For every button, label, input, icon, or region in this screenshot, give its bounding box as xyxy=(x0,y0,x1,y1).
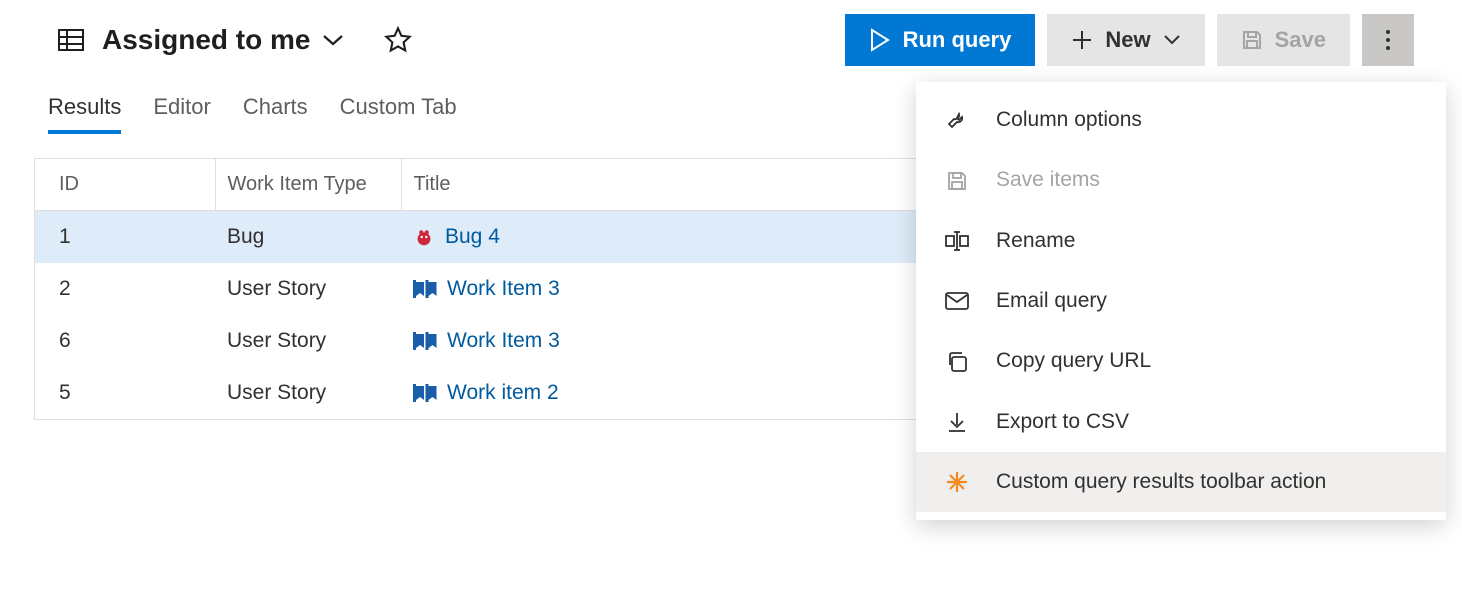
new-button[interactable]: New xyxy=(1047,14,1204,66)
save-button-label: Save xyxy=(1275,27,1326,53)
menu-custom-action[interactable]: Custom query results toolbar action xyxy=(916,452,1446,512)
header-toolbar: Assigned to me Run query New xyxy=(0,0,1462,66)
work-item-link[interactable]: Work Item 3 xyxy=(447,277,560,301)
menu-label: Copy query URL xyxy=(996,347,1418,375)
menu-rename[interactable]: Rename xyxy=(916,211,1446,271)
save-button: Save xyxy=(1217,14,1350,66)
story-icon xyxy=(413,279,437,299)
cell-id: 2 xyxy=(35,263,215,315)
work-item-link[interactable]: Work item 2 xyxy=(447,381,559,405)
work-item-link[interactable]: Work Item 3 xyxy=(447,329,560,353)
title-chevron-down-icon[interactable] xyxy=(322,33,344,47)
page-title: Assigned to me xyxy=(102,24,310,56)
menu-email-query[interactable]: Email query xyxy=(916,271,1446,331)
tab-editor[interactable]: Editor xyxy=(153,94,210,134)
download-icon xyxy=(944,409,970,435)
story-icon xyxy=(413,383,437,403)
col-header-type[interactable]: Work Item Type xyxy=(215,159,401,211)
menu-label: Export to CSV xyxy=(996,408,1418,436)
menu-save-items: Save items xyxy=(916,150,1446,210)
query-type-icon[interactable] xyxy=(58,29,84,51)
run-query-button[interactable]: Run query xyxy=(845,14,1036,66)
menu-export-csv[interactable]: Export to CSV xyxy=(916,392,1446,452)
story-icon xyxy=(413,331,437,351)
run-query-label: Run query xyxy=(903,27,1012,53)
work-item-link[interactable]: Bug 4 xyxy=(445,225,500,249)
save-icon xyxy=(944,168,970,194)
more-actions-button[interactable] xyxy=(1362,14,1414,66)
tab-custom[interactable]: Custom Tab xyxy=(340,94,457,134)
wrench-icon xyxy=(944,107,970,133)
menu-label: Email query xyxy=(996,287,1418,315)
cell-type: User Story xyxy=(215,263,401,315)
more-actions-menu: Column options Save items Rename Email q… xyxy=(916,82,1446,520)
menu-label: Custom query results toolbar action xyxy=(996,468,1418,496)
cell-type: User Story xyxy=(215,315,401,367)
action-toolbar: Run query New Save xyxy=(845,14,1414,66)
cell-id: 6 xyxy=(35,315,215,367)
sparkle-icon xyxy=(944,469,970,495)
mail-icon xyxy=(944,288,970,314)
cell-id: 1 xyxy=(35,211,215,264)
tab-results[interactable]: Results xyxy=(48,94,121,134)
menu-label: Rename xyxy=(996,227,1418,255)
cell-type: Bug xyxy=(215,211,401,264)
copy-icon xyxy=(944,349,970,375)
rename-icon xyxy=(944,228,970,254)
page-title-group: Assigned to me xyxy=(102,24,344,56)
menu-label: Save items xyxy=(996,166,1418,194)
menu-copy-url[interactable]: Copy query URL xyxy=(916,331,1446,391)
col-header-id[interactable]: ID xyxy=(35,159,215,211)
cell-id: 5 xyxy=(35,367,215,419)
favorite-star-icon[interactable] xyxy=(384,26,412,54)
menu-label: Column options xyxy=(996,106,1418,134)
menu-column-options[interactable]: Column options xyxy=(916,90,1446,150)
new-button-label: New xyxy=(1105,27,1150,53)
header-left: Assigned to me xyxy=(58,24,827,56)
bug-icon xyxy=(413,226,435,248)
cell-type: User Story xyxy=(215,367,401,419)
tab-charts[interactable]: Charts xyxy=(243,94,308,134)
